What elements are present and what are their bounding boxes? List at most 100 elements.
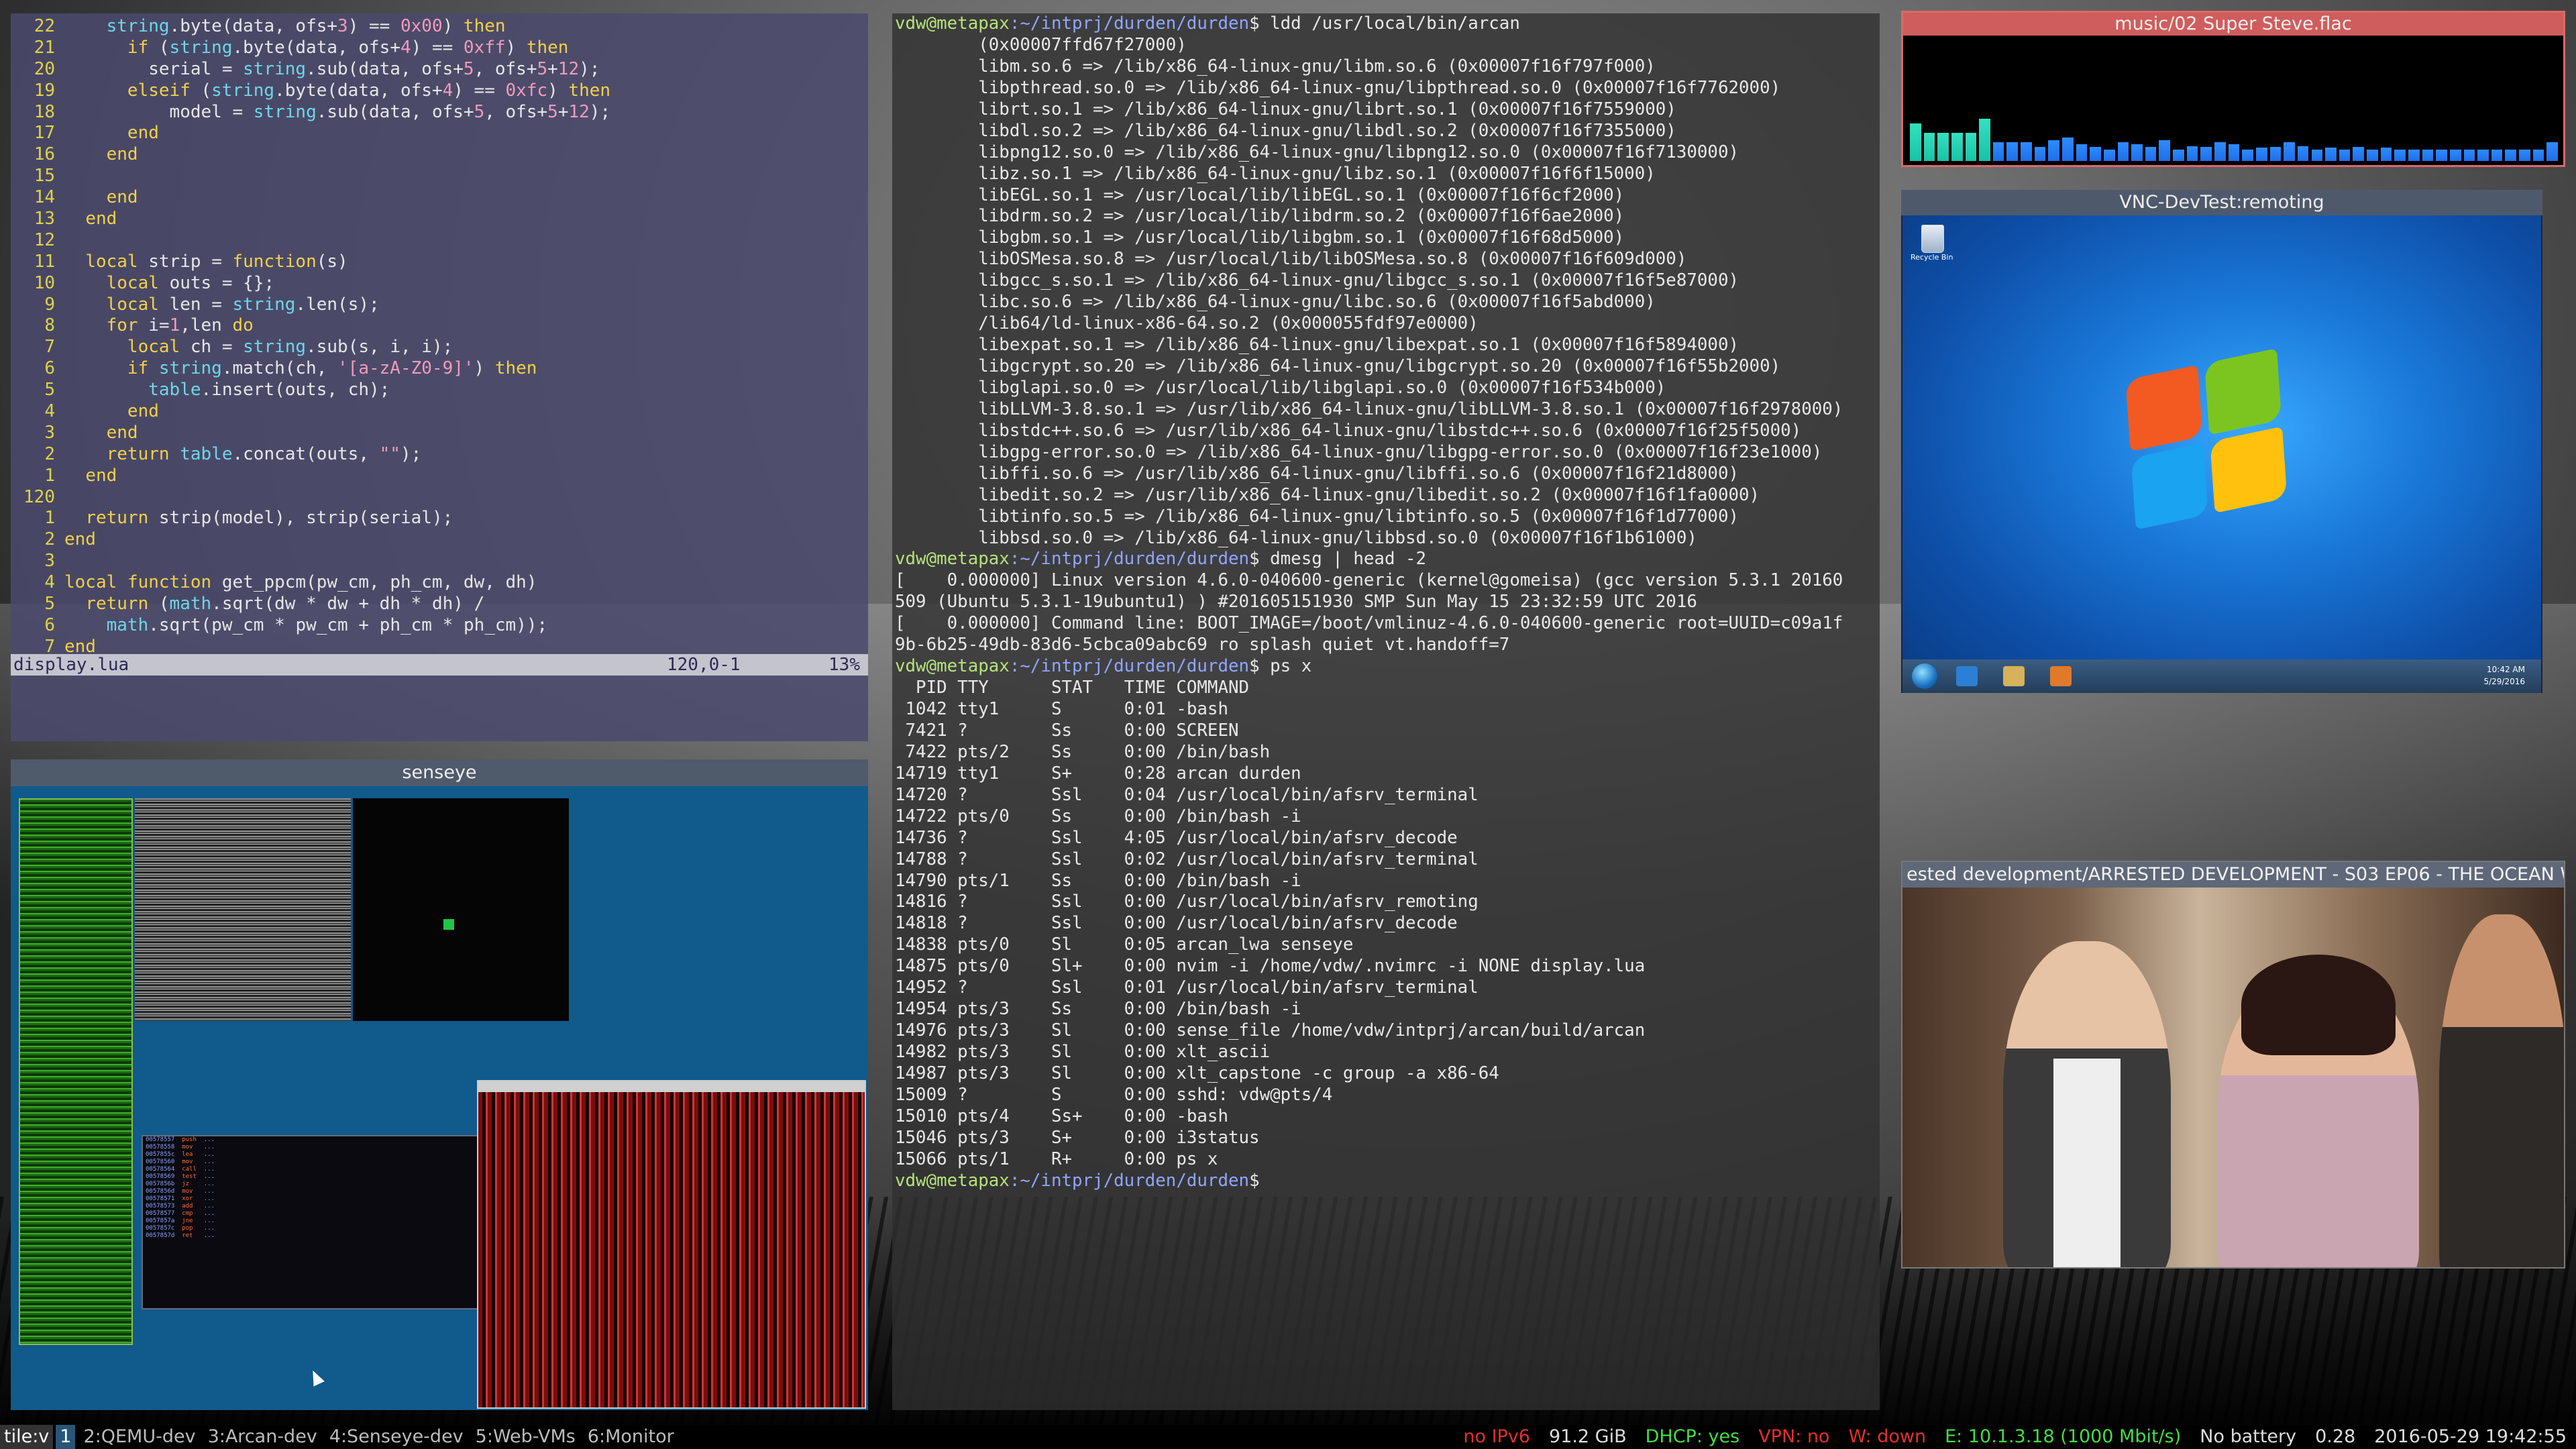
prompt-user: vdw@metapax: [895, 656, 1010, 677]
visualizer-bar: [2436, 150, 2447, 161]
workspace-button[interactable]: 1: [56, 1425, 76, 1449]
music-titlebar[interactable]: music/02 Super Steve.flac: [1903, 13, 2563, 36]
code-line[interactable]: 120: [11, 487, 868, 508]
code-line[interactable]: 1 end: [11, 466, 868, 487]
terminal-output-line: [ 0.000000] Command line: BOOT_IMAGE=/bo…: [895, 613, 1843, 634]
browser-icon[interactable]: [1956, 666, 1978, 686]
senseye-titlebar[interactable]: senseye: [11, 759, 868, 786]
line-number: 4: [44, 401, 55, 422]
code-view[interactable]: 22 string.byte(data, ofs+3) == 0x00) the…: [11, 16, 868, 658]
code-line[interactable]: 12: [11, 230, 868, 252]
code-line[interactable]: 17 end: [11, 123, 868, 144]
video-player-window[interactable]: ested development/ARRESTED DEVELOPMENT -…: [1901, 861, 2565, 1269]
vnc-titlebar[interactable]: VNC-DevTest:remoting: [1901, 190, 2542, 215]
terminal-window[interactable]: vdw@metapax :~/intprj/durden/durden$ ldd …: [892, 13, 1880, 1410]
code-line[interactable]: 6 math.sqrt(pw_cm * pw_cm + ph_cm * ph_c…: [11, 615, 868, 637]
terminal-output-line: libgcrypt.so.20 => /lib/x86_64-linux-gnu…: [895, 356, 1781, 376]
code-line[interactable]: 1 return strip(model), strip(serial);: [11, 508, 868, 529]
senseye-data-preview[interactable]: [135, 798, 351, 1021]
prompt-path: :~/intprj/durden/durden: [1009, 13, 1250, 34]
remote-clock[interactable]: 10:42 AM 5/29/2016: [2483, 663, 2525, 688]
line-number: 6: [44, 358, 55, 379]
code-line[interactable]: 16 end: [11, 144, 868, 166]
code-line[interactable]: 8 for i=1,len do: [11, 315, 868, 337]
workspace-button[interactable]: 4:Senseye-dev: [325, 1425, 468, 1449]
code-text: table.insert(outs, ch);: [148, 380, 390, 400]
media-player-icon[interactable]: [2050, 666, 2072, 686]
vnc-window[interactable]: VNC-DevTest:remoting Recycle Bin 10:42 A…: [1901, 190, 2542, 693]
folder-icon[interactable]: [2003, 666, 2025, 686]
terminal-output-line: libOSMesa.so.8 => /usr/local/lib/libOSMe…: [895, 249, 1687, 270]
code-line[interactable]: 21 if (string.byte(data, ofs+4) == 0xff)…: [11, 38, 868, 59]
line-number: 2: [44, 443, 55, 464]
music-player-window[interactable]: music/02 Super Steve.flac: [1901, 11, 2565, 167]
visualizer-bar: [2048, 140, 2059, 161]
disassembly-row: 0057856b jz ...: [146, 1181, 215, 1187]
visualizer-bar: [2339, 150, 2351, 161]
prompt-command: $ ldd /usr/local/bin/arcan: [1249, 13, 1520, 34]
visualizer-bar: [2103, 150, 2115, 161]
disassembly-row: 00578571 xor ...: [146, 1195, 215, 1202]
editor-filename: display.lua: [13, 655, 129, 675]
senseye-point-cloud[interactable]: [353, 798, 569, 1021]
code-line[interactable]: 14 end: [11, 187, 868, 209]
workspace-button[interactable]: 2:QEMU-dev: [79, 1425, 199, 1449]
code-line[interactable]: 22 string.byte(data, ofs+3) == 0x00) the…: [11, 16, 868, 38]
senseye-canvas[interactable]: 00578557 push ... 00578558 mov ... 00578…: [11, 786, 868, 1410]
status-item: DHCP: yes: [1645, 1426, 1740, 1447]
senseye-window[interactable]: senseye 00578557 push ... 00578558 mov .…: [11, 759, 868, 1410]
video-frame[interactable]: [1902, 888, 2564, 1267]
terminal-output-line: 14982 pts/3 Sl 0:00 xlt_ascii: [895, 1042, 1271, 1062]
code-line[interactable]: 18 model = string.sub(data, ofs+5, ofs+5…: [11, 102, 868, 123]
code-line[interactable]: 4 end: [11, 401, 868, 423]
visualizer-bar: [2076, 144, 2088, 161]
editor-scroll-percent: 13%: [828, 655, 860, 675]
line-number: 19: [34, 80, 55, 101]
senseye-histogram-strip[interactable]: [19, 798, 133, 1345]
code-line[interactable]: 2 end: [11, 529, 868, 551]
editor-window[interactable]: 22 string.byte(data, ofs+3) == 0x00) the…: [11, 13, 868, 741]
code-line[interactable]: 5 return (math.sqrt(dw * dw + dh * dh) /: [11, 594, 868, 615]
code-line[interactable]: 5 table.insert(outs, ch);: [11, 380, 868, 401]
code-line[interactable]: 10 local outs = {};: [11, 273, 868, 294]
code-line[interactable]: 15: [11, 166, 868, 187]
visualizer-bar: [2408, 150, 2420, 161]
visualizer-bar: [2505, 150, 2517, 161]
terminal-output-line: libglapi.so.0 => /usr/local/lib/libglapi…: [895, 377, 1666, 398]
workspace-button[interactable]: 5:Web-VMs: [472, 1425, 580, 1449]
line-number: 22: [34, 16, 55, 36]
code-text: end: [106, 422, 138, 443]
video-titlebar[interactable]: ested development/ARRESTED DEVELOPMENT -…: [1902, 862, 2564, 888]
visualizer-bar: [1951, 133, 1963, 161]
code-line[interactable]: 6 if string.match(ch, '[a-zA-Z0-9]') the…: [11, 358, 868, 380]
line-number: 16: [34, 144, 55, 165]
line-number: 18: [34, 101, 55, 122]
code-line[interactable]: 13 end: [11, 209, 868, 230]
terminal-output[interactable]: vdw@metapax :~/intprj/durden/durden$ ldd …: [895, 13, 1843, 1192]
code-line[interactable]: 2 return table.concat(outs, "");: [11, 444, 868, 466]
code-line[interactable]: 3: [11, 551, 868, 572]
senseye-hex-view[interactable]: [477, 1080, 866, 1409]
workspace-button[interactable]: 6:Monitor: [584, 1425, 678, 1449]
senseye-disassembly-view[interactable]: 00578557 push ... 00578558 mov ... 00578…: [142, 1135, 484, 1309]
workspace-button[interactable]: 3:Arcan-dev: [204, 1425, 321, 1449]
visualizer-bar: [2269, 147, 2282, 161]
code-line[interactable]: 4 local function get_ppcm(pw_cm, ph_cm, d…: [11, 572, 868, 594]
code-line[interactable]: 3 end: [11, 423, 868, 444]
code-line[interactable]: 9 local len = string.len(s);: [11, 294, 868, 316]
status-item: 2016-05-29 19:42:55: [2374, 1426, 2567, 1447]
code-line[interactable]: 19 elseif (string.byte(data, ofs+4) == 0…: [11, 80, 868, 102]
terminal-output-line: libpthread.so.0 => /lib/x86_64-linux-gnu…: [895, 77, 1781, 98]
recycle-bin-icon[interactable]: Recycle Bin: [1911, 225, 1953, 262]
start-button[interactable]: [1912, 663, 1937, 689]
terminal-output-line: libtinfo.so.5 => /lib/x86_64-linux-gnu/l…: [895, 506, 1739, 527]
video-person-left: [2003, 941, 2171, 1267]
code-line[interactable]: 11 local strip = function(s): [11, 252, 868, 273]
remote-desktop[interactable]: Recycle Bin 10:42 AM 5/29/2016: [1902, 215, 2541, 693]
status-item: W: down: [1848, 1426, 1927, 1447]
code-line[interactable]: 7 local ch = string.sub(s, i, i);: [11, 337, 868, 358]
recycle-bin-label: Recycle Bin: [1911, 253, 1953, 262]
disassembly-row: 0057857d ret ...: [146, 1232, 215, 1239]
code-line[interactable]: 20 serial = string.sub(data, ofs+5, ofs+…: [11, 59, 868, 80]
hex-view-header: [478, 1081, 865, 1092]
